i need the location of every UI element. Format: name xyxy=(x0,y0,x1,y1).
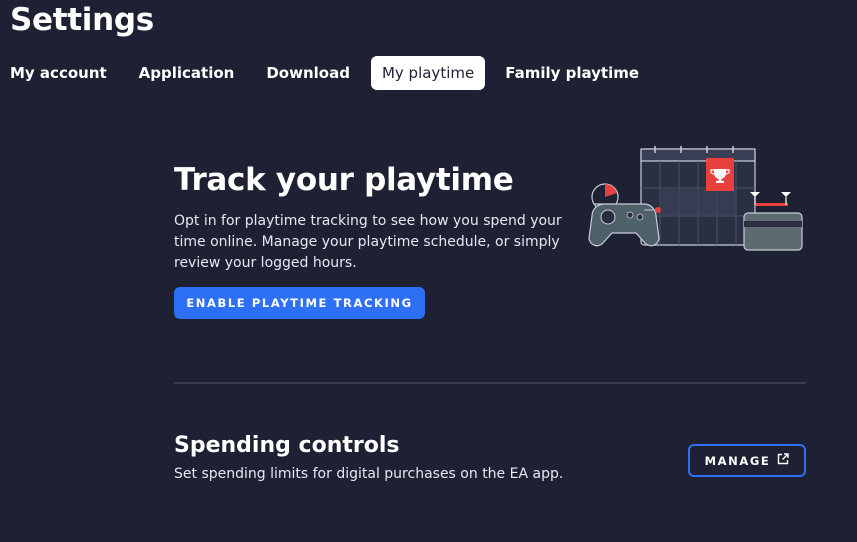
tab-application[interactable]: Application xyxy=(139,56,235,90)
playtime-description: Opt in for playtime tracking to see how … xyxy=(174,213,562,271)
manage-button-label: MANAGE xyxy=(704,453,771,468)
settings-tabs: My account Application Download My playt… xyxy=(0,56,639,90)
gamepad-icon xyxy=(588,203,661,247)
settings-page: Settings My account Application Download… xyxy=(0,0,857,542)
playtime-title: Track your playtime xyxy=(174,162,514,198)
spending-controls-description: Set spending limits for digital purchase… xyxy=(174,466,564,482)
tab-download[interactable]: Download xyxy=(266,56,350,90)
tab-my-playtime[interactable]: My playtime xyxy=(370,56,486,90)
manage-spending-button[interactable]: MANAGE xyxy=(688,444,806,477)
tab-family-playtime[interactable]: Family playtime xyxy=(505,56,639,90)
page-title: Settings xyxy=(10,2,154,38)
tab-my-account[interactable]: My account xyxy=(10,56,107,90)
section-divider xyxy=(174,382,806,384)
enable-playtime-tracking-button[interactable]: ENABLE PLAYTIME TRACKING xyxy=(174,287,425,319)
playtime-illustration xyxy=(584,146,806,254)
external-link-icon xyxy=(777,453,790,468)
spending-controls-title: Spending controls xyxy=(174,433,400,458)
